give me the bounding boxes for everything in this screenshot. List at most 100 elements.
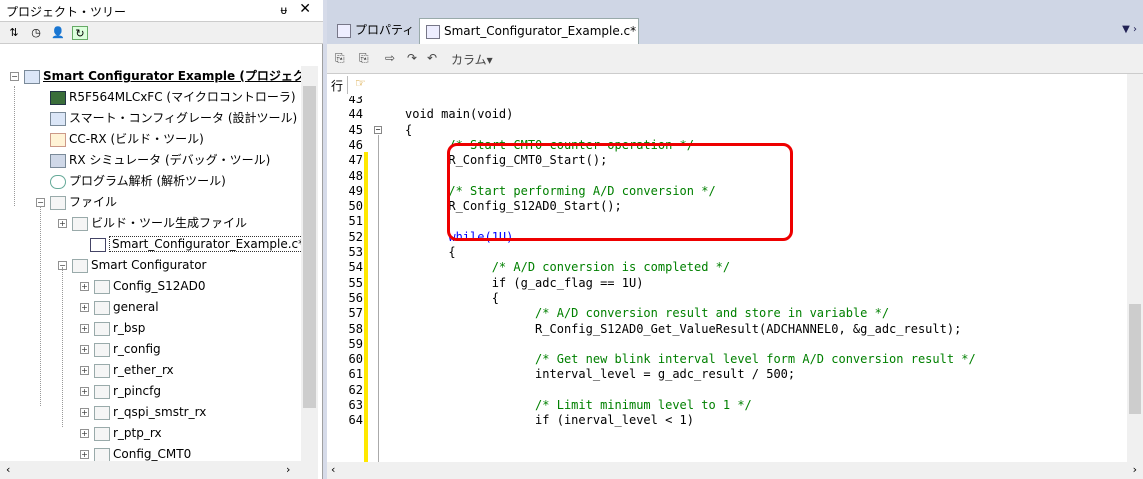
tree-item-label: ファイル <box>69 195 118 209</box>
sort-icon[interactable]: ⇅ <box>6 26 22 40</box>
expand-icon[interactable]: + <box>80 366 89 375</box>
clock-icon[interactable]: ◷ <box>28 26 44 40</box>
code-line[interactable]: /* A/D conversion is completed */ <box>405 260 730 274</box>
code-line[interactable]: R_Config_S12AD0_Get_ValueResult(ADCHANNE… <box>405 322 961 336</box>
forward-icon[interactable]: ⇨ <box>385 51 395 65</box>
expand-icon[interactable]: + <box>80 303 89 312</box>
line-number: 64 <box>348 413 363 428</box>
code-line[interactable]: { <box>405 291 499 305</box>
pin-icon[interactable]: ᵾ <box>280 3 287 17</box>
chip-icon <box>50 90 66 105</box>
tree-item[interactable]: CC-RX (ビルド・ツール) <box>50 129 204 149</box>
project-tree: Smart Configurator Example (プロジェク − R5F564… <box>0 66 318 461</box>
scroll-right-icon[interactable]: › <box>1133 463 1137 476</box>
tree-item-label: r_bsp <box>113 321 146 335</box>
scroll-right-icon[interactable]: › <box>286 463 290 476</box>
code-line[interactable]: /* Get new blink interval level form A/D… <box>405 352 976 366</box>
tree-item[interactable]: Config_CMT0 <box>94 444 191 461</box>
tree-item[interactable]: ビルド・ツール生成ファイル <box>72 213 247 233</box>
build-tool-icon <box>50 132 66 147</box>
folder-icon <box>94 279 110 294</box>
expand-icon[interactable]: + <box>80 345 89 354</box>
fold-toggle-icon[interactable]: − <box>374 125 382 134</box>
folder-icon <box>50 195 66 210</box>
expand-icon[interactable]: + <box>80 324 89 333</box>
tree-item[interactable]: Config_S12AD0 <box>94 276 205 296</box>
redo-icon[interactable]: ↷ <box>407 51 417 65</box>
tree-scroll-thumb[interactable] <box>303 86 316 408</box>
expand-icon[interactable]: + <box>80 282 89 291</box>
folder-icon <box>72 258 88 273</box>
editor-scroll-thumb[interactable] <box>1129 304 1141 414</box>
line-number: 50 <box>348 199 363 214</box>
folder-icon <box>94 447 110 461</box>
c-file-icon <box>426 24 440 39</box>
tree-item[interactable]: ファイル <box>50 192 117 212</box>
tree-item[interactable]: r_qspi_smstr_rx <box>94 402 206 422</box>
line-number: 45 <box>348 122 363 137</box>
fold-guide <box>378 134 379 462</box>
tree-horizontal-scrollbar[interactable]: ‹ › <box>0 461 318 479</box>
line-number: 63 <box>348 398 363 412</box>
tree-item[interactable]: general <box>94 297 159 317</box>
expand-icon[interactable]: + <box>80 408 89 417</box>
tree-item-label: r_ether_rx <box>113 363 174 377</box>
tree-item[interactable]: r_ptp_rx <box>94 423 162 443</box>
column-menu[interactable]: カラム▾ <box>451 51 493 68</box>
tree-item[interactable]: r_pincfg <box>94 381 161 401</box>
close-icon[interactable]: ✕ <box>299 1 311 17</box>
tree-item[interactable]: R5F564MLCxFC (マイクロコントローラ) <box>50 87 296 107</box>
editor-horizontal-scrollbar[interactable]: ‹ › <box>327 462 1143 479</box>
folder-icon <box>94 342 110 357</box>
tree-item[interactable]: RX シミュレータ (デバッグ・ツール) <box>50 150 270 170</box>
code-line[interactable]: if (g_adc_flag == 1U) <box>405 276 644 290</box>
properties-icon <box>337 23 351 38</box>
expand-icon[interactable]: + <box>80 387 89 396</box>
analysis-icon <box>50 174 66 189</box>
code-line[interactable]: { <box>405 123 412 137</box>
tab-overflow-icon[interactable]: ▼ › <box>1122 24 1137 35</box>
editor-toolbar: ⎘ ⎘ ⇨ ↷ ↶ カラム▾ <box>327 44 1143 74</box>
collapse-icon[interactable]: − <box>10 72 19 81</box>
undo-icon[interactable]: ↶ <box>427 51 437 65</box>
line-column-label: 行 <box>331 79 344 93</box>
code-line[interactable]: if (inerval_level < 1) <box>405 413 694 427</box>
line-number: 53 <box>348 245 363 259</box>
tree-item[interactable]: Smart Configurator Example (プロジェク <box>24 66 305 86</box>
project-tree-title: プロジェクト・ツリー <box>6 5 127 19</box>
code-line[interactable]: interval_level = g_adc_result / 500; <box>405 367 795 381</box>
code-line[interactable]: /* A/D conversion result and store in va… <box>405 306 889 320</box>
tree-item[interactable]: r_ether_rx <box>94 360 174 380</box>
refresh-icon[interactable]: ↻ <box>72 26 88 40</box>
jump-icon[interactable]: ☞ <box>355 76 366 90</box>
expand-icon[interactable]: + <box>80 429 89 438</box>
tab-properties[interactable]: プロパティ <box>331 18 421 44</box>
tree-item[interactable]: Smart Configurator <box>72 255 207 275</box>
expand-icon[interactable]: + <box>80 450 89 459</box>
tree-item[interactable]: r_config <box>94 339 161 359</box>
find-next-icon[interactable]: ⎘ <box>359 51 369 66</box>
code-line[interactable]: void main(void) <box>405 107 513 121</box>
code-line[interactable]: { <box>405 245 455 259</box>
line-number: 52 <box>348 229 363 244</box>
tree-item[interactable]: r_bsp <box>94 318 145 338</box>
scroll-left-icon[interactable]: ‹ <box>331 463 335 476</box>
line-number: 62 <box>348 382 363 397</box>
tree-item-label: ビルド・ツール生成ファイル <box>91 216 248 230</box>
tree-item-label: Config_CMT0 <box>113 447 192 461</box>
user-icon[interactable]: 👤 <box>50 26 66 40</box>
tree-item[interactable]: スマート・コンフィグレータ (設計ツール) <box>50 108 297 128</box>
tab-source-file[interactable]: Smart_Configurator_Example.c* <box>419 18 639 44</box>
tree-item[interactable]: Smart_Configurator_Example.c* <box>90 234 308 254</box>
find-icon[interactable]: ⎘ <box>335 51 345 66</box>
editor-vertical-scrollbar[interactable] <box>1127 74 1143 462</box>
code-line[interactable]: /* Limit minimum level to 1 */ <box>405 398 752 412</box>
tree-vertical-scrollbar[interactable] <box>301 66 318 461</box>
expand-icon[interactable]: + <box>58 219 67 228</box>
tree-item-label: CC-RX (ビルド・ツール) <box>69 132 204 146</box>
project-tree-panel: プロジェクト・ツリー ᵾ ✕ ⇅ ◷ 👤 ↻ Smart Configurato… <box>0 0 323 479</box>
scroll-left-icon[interactable]: ‹ <box>6 463 10 476</box>
line-number: 51 <box>348 214 363 229</box>
tree-item[interactable]: プログラム解析 (解析ツール) <box>50 171 226 191</box>
line-number: 58 <box>348 321 363 336</box>
